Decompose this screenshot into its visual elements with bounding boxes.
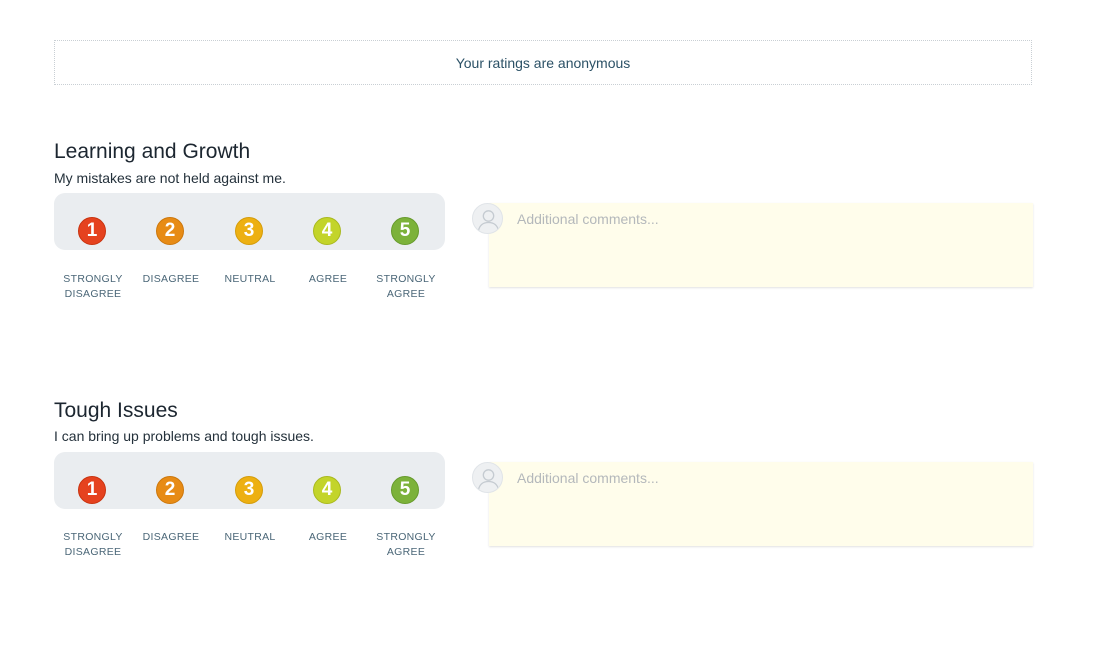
rating-option-3[interactable]: 3 NEUTRAL — [211, 203, 289, 313]
rating-option-3[interactable]: 3 NEUTRAL — [211, 462, 289, 572]
rating-label-agree: AGREE — [308, 273, 348, 285]
rating-label-strongly-agree: STRONGLY AGREE — [376, 273, 436, 300]
rating-label-strongly-disagree: STRONGLY DISAGREE — [63, 273, 123, 300]
rating-circle-1[interactable]: 1 — [78, 217, 106, 245]
comment-area — [472, 462, 1034, 548]
section-question: My mistakes are not held against me. — [54, 170, 286, 186]
rating-label-disagree: DISAGREE — [142, 273, 200, 285]
user-avatar-icon — [472, 203, 503, 234]
user-avatar-icon — [472, 462, 503, 493]
section-question: I can bring up problems and tough issues… — [54, 428, 314, 444]
rating-option-1[interactable]: 1 STRONGLY DISAGREE — [54, 462, 132, 572]
rating-label-neutral: NEUTRAL — [224, 531, 276, 543]
rating-label-strongly-disagree: STRONGLY DISAGREE — [63, 531, 123, 558]
rating-option-4[interactable]: 4 AGREE — [289, 203, 367, 313]
comment-input[interactable] — [489, 203, 1033, 287]
rating-option-1[interactable]: 1 STRONGLY DISAGREE — [54, 203, 132, 313]
rating-label-disagree: DISAGREE — [142, 531, 200, 543]
rating-label-strongly-agree: STRONGLY AGREE — [376, 531, 436, 558]
rating-option-5[interactable]: 5 STRONGLY AGREE — [367, 462, 445, 572]
rating-circle-4[interactable]: 4 — [313, 476, 341, 504]
rating-circle-2[interactable]: 2 — [156, 476, 184, 504]
rating-circle-3[interactable]: 3 — [235, 476, 263, 504]
section-title: Tough Issues — [54, 399, 178, 422]
rating-circle-5[interactable]: 5 — [391, 217, 419, 245]
rating-option-2[interactable]: 2 DISAGREE — [132, 203, 210, 313]
rating-circle-2[interactable]: 2 — [156, 217, 184, 245]
comment-area — [472, 203, 1034, 289]
rating-label-agree: AGREE — [308, 531, 348, 543]
rating-option-5[interactable]: 5 STRONGLY AGREE — [367, 203, 445, 313]
anonymous-notice: Your ratings are anonymous — [54, 40, 1032, 85]
rating-label-neutral: NEUTRAL — [224, 273, 276, 285]
section-title: Learning and Growth — [54, 140, 251, 163]
rating-circle-3[interactable]: 3 — [235, 217, 263, 245]
comment-input[interactable] — [489, 462, 1033, 546]
rating-circle-4[interactable]: 4 — [313, 217, 341, 245]
anonymous-notice-text: Your ratings are anonymous — [455, 54, 631, 71]
rating-circle-5[interactable]: 5 — [391, 476, 419, 504]
rating-option-4[interactable]: 4 AGREE — [289, 462, 367, 572]
rating-option-2[interactable]: 2 DISAGREE — [132, 462, 210, 572]
rating-circle-1[interactable]: 1 — [78, 476, 106, 504]
